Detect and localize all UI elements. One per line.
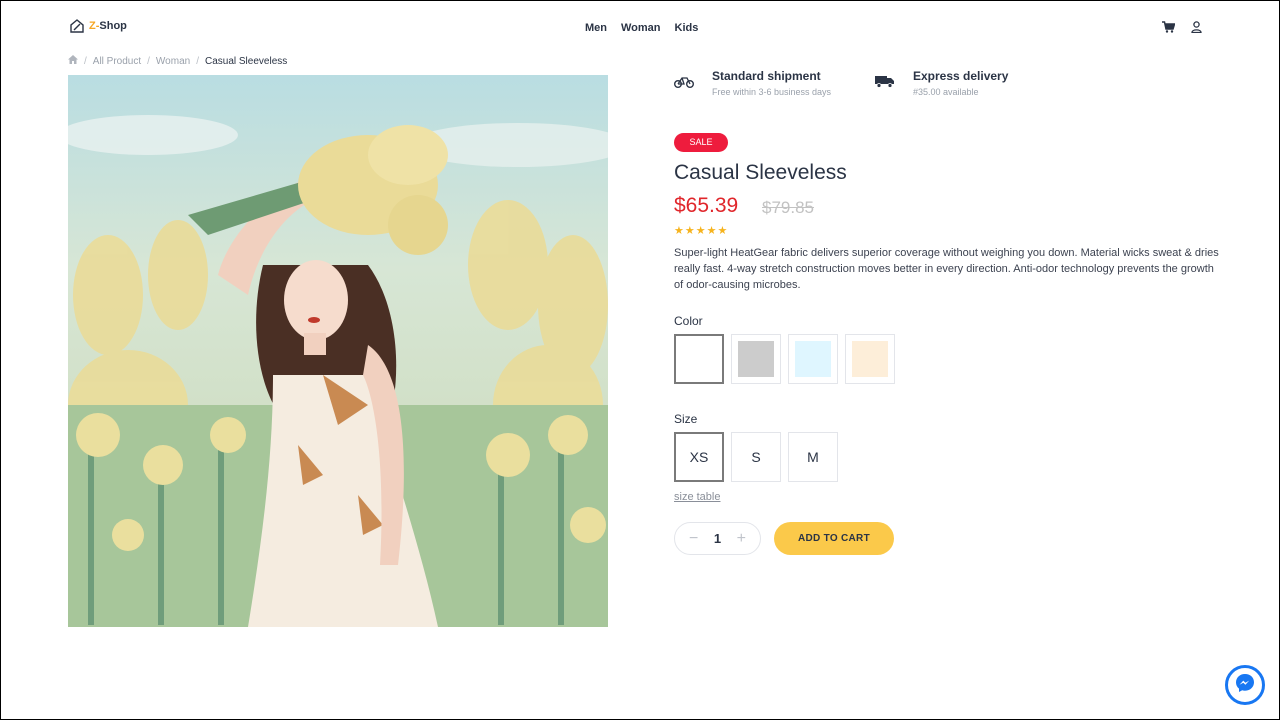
size-options: XS S M (674, 432, 838, 482)
star-icon: ★ (717, 225, 728, 237)
color-options (674, 334, 895, 384)
decrease-quantity-button[interactable]: − (689, 530, 698, 547)
header: Z-Shop Men Woman Kids (1, 1, 1280, 53)
color-swatch-fill (738, 341, 774, 377)
home-icon[interactable] (68, 55, 78, 67)
size-table-link[interactable]: size table (674, 491, 720, 503)
breadcrumb-separator: / (196, 55, 199, 67)
breadcrumb-woman[interactable]: Woman (156, 56, 190, 67)
size-option-m[interactable]: M (788, 432, 838, 482)
cart-icon[interactable] (1162, 20, 1176, 38)
breadcrumb-separator: / (147, 55, 150, 67)
color-swatch-light-blue[interactable] (788, 334, 838, 384)
quantity-stepper: − 1 + (674, 522, 761, 555)
breadcrumb-separator: / (84, 55, 87, 67)
star-icon: ★ (706, 225, 717, 237)
color-swatch-fill (852, 341, 888, 377)
breadcrumb: / All Product / Woman / Casual Sleeveles… (68, 55, 287, 67)
breadcrumb-all-product[interactable]: All Product (93, 56, 141, 67)
logo-icon (69, 18, 85, 34)
standard-shipment-subtitle: Free within 3-6 business days (712, 87, 832, 97)
nav-item-men[interactable]: Men (585, 22, 607, 34)
size-label: Size (674, 412, 698, 426)
size-option-s[interactable]: S (731, 432, 781, 482)
quantity-value: 1 (713, 531, 722, 546)
nav-item-kids[interactable]: Kids (675, 22, 699, 34)
star-icon: ★ (695, 225, 706, 237)
express-delivery: Express delivery #35.00 available (875, 69, 1008, 97)
star-icon: ★ (684, 225, 695, 237)
color-swatch-cream[interactable] (845, 334, 895, 384)
header-actions (1162, 20, 1202, 38)
main-nav: Men Woman Kids (585, 22, 698, 34)
standard-shipment-title: Standard shipment (712, 69, 821, 83)
product-title: Casual Sleeveless (674, 161, 847, 184)
express-delivery-subtitle: #35.00 available (913, 87, 979, 97)
product-image (68, 75, 608, 627)
add-to-cart-button[interactable]: ADD TO CART (774, 522, 894, 555)
color-swatch-gray[interactable] (731, 334, 781, 384)
color-swatch-fill (795, 341, 831, 377)
messenger-icon (1234, 672, 1256, 699)
nav-item-woman[interactable]: Woman (621, 22, 661, 34)
color-swatch-fill (681, 341, 717, 377)
express-delivery-title: Express delivery (913, 69, 1009, 83)
size-option-xs[interactable]: XS (674, 432, 724, 482)
color-swatch-white[interactable] (674, 334, 724, 384)
rating-stars: ★ ★ ★ ★ ★ (674, 224, 727, 237)
logo-text: Z-Shop (89, 20, 127, 32)
increase-quantity-button[interactable]: + (737, 530, 746, 547)
breadcrumb-current: Casual Sleeveless (204, 55, 288, 67)
product-description: Super-light HeatGear fabric delivers sup… (674, 247, 1219, 291)
star-icon: ★ (674, 225, 684, 237)
truck-icon (875, 75, 895, 93)
messenger-chat-button[interactable] (1225, 665, 1265, 705)
standard-shipment: Standard shipment Free within 3-6 busine… (674, 69, 831, 97)
product-price: $65.39 (674, 194, 739, 217)
sale-badge: SALE (674, 133, 728, 152)
logo[interactable]: Z-Shop (69, 18, 127, 34)
bicycle-icon (674, 75, 694, 93)
color-label: Color (674, 314, 703, 328)
user-icon[interactable] (1191, 20, 1202, 38)
product-old-price: $79.85 (762, 198, 814, 217)
